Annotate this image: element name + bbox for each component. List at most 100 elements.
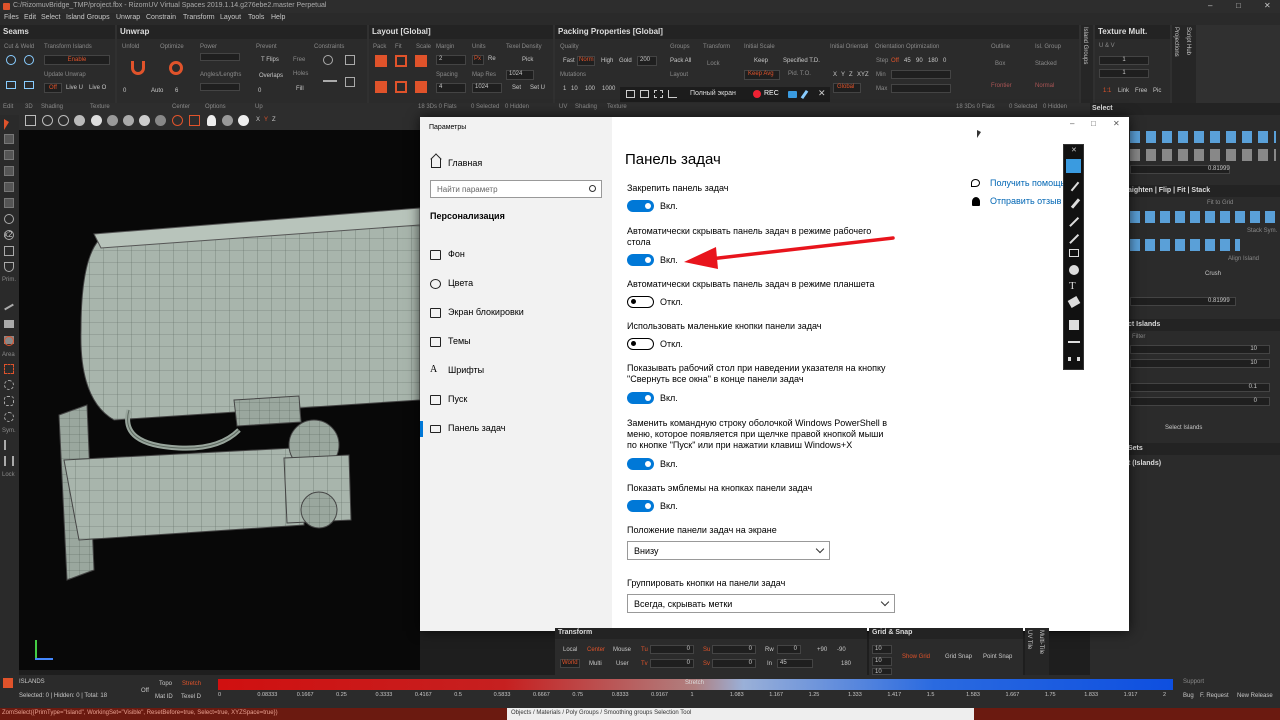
su-input[interactable]: 0 (712, 645, 756, 654)
settings-search[interactable]: Найти параметр (430, 180, 602, 198)
script-hub-tab[interactable]: Script Hub (1185, 27, 1191, 55)
set-button[interactable]: Set (512, 85, 521, 91)
margin-input[interactable]: 2 (436, 55, 466, 65)
light-bulb-icon[interactable] (207, 115, 216, 126)
set-u-button[interactable]: Set U (530, 85, 545, 91)
bug-button[interactable]: Bug (1183, 693, 1194, 699)
scale-button[interactable] (415, 55, 427, 67)
quality-fast[interactable]: Fast (563, 58, 575, 64)
cut-sel-icon[interactable] (6, 81, 16, 89)
auto-button[interactable]: Auto (151, 88, 163, 94)
fill-button[interactable]: Fill (296, 86, 304, 92)
new-release-button[interactable]: New Release (1237, 693, 1273, 699)
stretch-button[interactable]: Stretch (182, 681, 201, 687)
stripe-sphere-icon[interactable] (139, 115, 150, 126)
ink-rect-icon[interactable] (1069, 249, 1079, 257)
menu-island-groups[interactable]: Island Groups (66, 14, 110, 21)
topo-button[interactable]: Topo (159, 681, 172, 687)
tool-edge-icon[interactable] (4, 150, 14, 160)
capture-window-icon[interactable] (640, 90, 649, 98)
ratio-button[interactable]: 1:1 (1103, 88, 1111, 94)
power-slider[interactable] (200, 53, 240, 61)
mutations-1[interactable]: 1 (563, 86, 566, 92)
scale-selected-button[interactable] (415, 81, 427, 93)
constraint-axis-icon[interactable] (323, 80, 337, 82)
pack-all-button[interactable]: Pack All (670, 58, 691, 64)
search-icon[interactable] (589, 185, 596, 192)
texture-sphere-icon[interactable] (123, 115, 134, 126)
ink-close-icon[interactable]: ✕ (1071, 146, 1077, 154)
checker-sphere-icon[interactable] (107, 115, 118, 126)
step-90[interactable]: 90 (916, 58, 923, 64)
settings-maximize-button[interactable]: □ (1091, 119, 1096, 128)
orientation-global[interactable]: Global (833, 83, 861, 93)
link-button[interactable]: Link (1118, 88, 1129, 94)
select-tool-row[interactable] (1130, 131, 1276, 143)
quality-high[interactable]: High (601, 58, 613, 64)
rw-input[interactable]: 0 (777, 645, 801, 654)
toggle-autohide-tablet[interactable] (627, 296, 654, 308)
center-button[interactable]: Center (587, 647, 605, 653)
menu-help[interactable]: Help (271, 14, 285, 21)
grid-w-input[interactable]: 10 (872, 668, 892, 675)
mutations-100[interactable]: 100 (585, 86, 595, 92)
free-ratio-button[interactable]: Free (1135, 88, 1147, 94)
rec-button[interactable]: REC (764, 90, 779, 97)
texture-u-input[interactable]: 1 (1099, 56, 1149, 65)
ink-text-icon[interactable]: T (1069, 280, 1076, 292)
isl-stacked[interactable]: Stacked (1035, 61, 1057, 67)
max-slider[interactable] (891, 84, 951, 93)
maximize-button[interactable]: □ (1236, 1, 1241, 10)
gray-option-icon[interactable] (222, 115, 233, 126)
show-grid-button[interactable]: Show Grid (902, 654, 930, 660)
menu-constrain[interactable]: Constrain (146, 14, 176, 21)
toggle-badges[interactable] (627, 500, 654, 512)
min-slider[interactable] (891, 70, 951, 79)
axis-x[interactable]: X (833, 72, 837, 78)
unfold-iter-value[interactable]: 0 (123, 88, 126, 94)
tool-loop-icon[interactable] (4, 214, 14, 224)
settings-close-button[interactable]: ✕ (1113, 119, 1120, 128)
filter-value-2[interactable]: 10 (1130, 359, 1270, 368)
sets-item[interactable]: t (Islands) (1128, 460, 1161, 467)
tool-vertex-icon[interactable] (4, 134, 14, 144)
filter-value-3[interactable]: 0.1 (1130, 383, 1270, 392)
menu-tools[interactable]: Tools (248, 14, 264, 21)
nav-lock-screen[interactable]: Экран блокировки (420, 302, 612, 326)
up-y-button[interactable]: Y (264, 117, 268, 123)
px-button[interactable]: Px (472, 55, 484, 65)
center-axis-icon[interactable] (189, 115, 200, 126)
position-dropdown[interactable]: Внизу (627, 541, 830, 560)
flip-tools[interactable] (1130, 239, 1240, 251)
ink-arrow-icon[interactable] (1069, 233, 1079, 244)
menu-edit[interactable]: Edit (24, 14, 36, 21)
grid-u-input[interactable]: 10 (872, 645, 892, 654)
texture-v-input[interactable]: 1 (1099, 69, 1149, 78)
tool-island-icon[interactable] (4, 182, 14, 192)
ink-line-icon[interactable] (1069, 216, 1079, 227)
live-u-button[interactable]: Live U (66, 85, 83, 91)
specified-td-button[interactable]: Specified T.D. (783, 58, 820, 64)
angles-slider[interactable] (200, 83, 240, 91)
tool-sym2-icon[interactable] (4, 456, 14, 466)
update-off-button[interactable]: Off (44, 83, 62, 93)
capture-region-icon[interactable] (654, 90, 663, 98)
tv-input[interactable]: 0 (650, 659, 694, 668)
crush-button[interactable]: Crush (1205, 271, 1221, 277)
nav-background[interactable]: Фон (420, 244, 612, 268)
rotate-minus90[interactable]: -90 (837, 647, 846, 653)
tool-circle-icon[interactable] (4, 412, 14, 422)
filter-value-4[interactable]: 0 (1130, 397, 1270, 406)
step-45[interactable]: 45 (904, 58, 911, 64)
ink-pen-icon[interactable] (1070, 181, 1080, 192)
toggle-lock-taskbar[interactable] (627, 200, 654, 212)
select-tool-row2[interactable] (1130, 149, 1276, 161)
pack-button[interactable] (375, 55, 387, 67)
toggle-small-buttons[interactable] (627, 338, 654, 350)
ink-marker-icon[interactable] (1070, 198, 1081, 209)
cut-icon[interactable] (6, 55, 16, 65)
capture-crop-icon[interactable] (668, 90, 677, 98)
constraint-pin-icon[interactable] (323, 55, 333, 65)
rotate-plus90[interactable]: +90 (817, 647, 827, 653)
grid-snap-button[interactable]: Grid Snap (945, 654, 972, 660)
